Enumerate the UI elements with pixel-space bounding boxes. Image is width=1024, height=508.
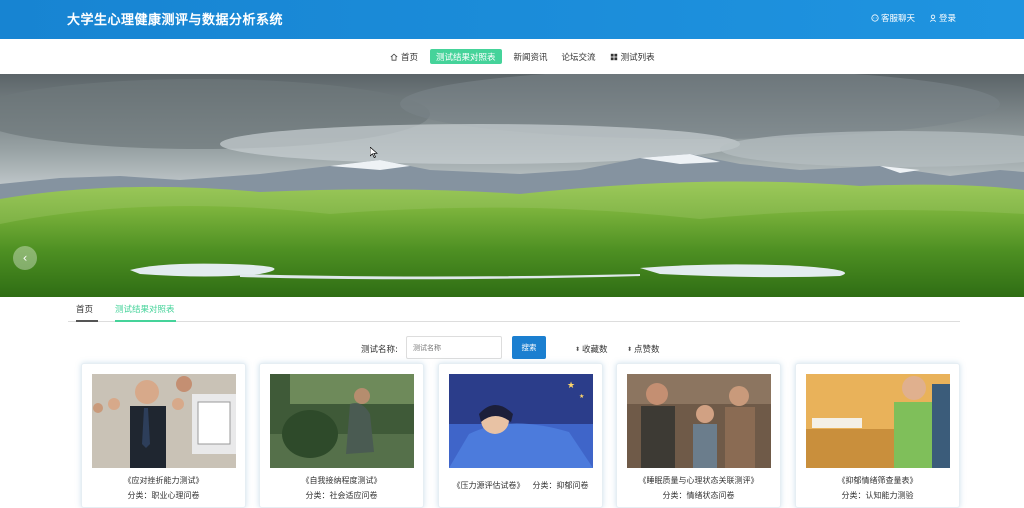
user-icon	[929, 14, 937, 22]
chat-label: 客服聊天	[881, 14, 916, 24]
card-image	[92, 374, 236, 468]
card-title: 《应对挫折能力测试》	[123, 476, 204, 485]
sort-label: 收藏数	[582, 345, 608, 355]
test-card[interactable]: ★ ★ 《压力源评估试卷》 分类：抑郁问卷	[438, 363, 603, 508]
nav-item-result-table[interactable]: 测试结果对照表	[430, 49, 502, 64]
card-title: 《压力源评估试卷》	[452, 481, 525, 490]
search-label: 测试名称:	[361, 345, 398, 355]
grid-icon	[610, 53, 617, 60]
sort-by-favorites[interactable]: ⬍ 收藏数	[575, 343, 608, 355]
mouse-cursor-icon	[370, 147, 378, 158]
search-bar: 测试名称: 搜索 ⬍ 收藏数 ⬍ 点赞数	[0, 336, 1024, 360]
svg-text:★: ★	[567, 381, 575, 391]
site-title: 大学生心理健康测评与数据分析系统	[67, 13, 284, 28]
main-nav: 首页 测试结果对照表 新闻资讯 论坛交流 测试列表	[0, 39, 1024, 74]
test-card[interactable]: 《抑郁情绪筛查量表》 分类：认知能力测验	[795, 363, 960, 508]
card-title: 《睡眠质量与心理状态关联测评》	[638, 476, 759, 485]
nav-item-home[interactable]: 首页	[388, 49, 420, 64]
test-name-search-input[interactable]	[406, 336, 502, 359]
chat-icon	[871, 14, 879, 22]
card-category: 分类：抑郁问卷	[532, 481, 589, 490]
sort-by-likes[interactable]: ⬍ 点赞数	[627, 343, 660, 355]
nav-item-news[interactable]: 新闻资讯	[512, 49, 550, 64]
customer-chat-link[interactable]: 客服聊天	[871, 12, 915, 24]
login-label: 登录	[939, 14, 957, 24]
card-image	[806, 374, 950, 468]
login-link[interactable]: 登录	[929, 12, 956, 24]
banner-carousel[interactable]: ‹	[0, 74, 1024, 297]
card-category: 分类：情绪状态问卷	[662, 491, 735, 500]
sort-icon: ⬍	[575, 345, 581, 353]
nav-item-forum[interactable]: 论坛交流	[560, 49, 598, 64]
nav-label: 首页	[401, 52, 419, 63]
svg-text:★: ★	[579, 393, 584, 400]
card-image: ★ ★	[449, 374, 593, 468]
test-card[interactable]: 《自我接纳程度测试》 分类：社会适应问卷	[259, 363, 424, 508]
test-card[interactable]: 《睡眠质量与心理状态关联测评》 分类：情绪状态问卷	[616, 363, 781, 508]
sort-icon: ⬍	[627, 345, 633, 353]
nav-label: 新闻资讯	[513, 52, 548, 63]
card-category: 分类：社会适应问卷	[305, 491, 378, 500]
carousel-prev-button[interactable]: ‹	[13, 246, 37, 270]
tab-home[interactable]: 首页	[76, 303, 98, 322]
breadcrumb-tabs: 首页 测试结果对照表	[68, 297, 960, 322]
test-card[interactable]: 《应对挫折能力测试》 分类：职业心理问卷	[81, 363, 246, 508]
chevron-left-icon: ‹	[22, 251, 28, 265]
top-header: 大学生心理健康测评与数据分析系统 客服聊天 登录	[0, 0, 1024, 39]
tab-result-table[interactable]: 测试结果对照表	[115, 303, 176, 322]
search-button[interactable]: 搜索	[512, 336, 546, 359]
card-image	[270, 374, 414, 468]
landscape-banner-image	[0, 74, 1024, 297]
nav-label: 测试列表	[620, 52, 655, 63]
nav-item-test-list[interactable]: 测试列表	[608, 49, 657, 64]
card-title: 《抑郁情绪筛查量表》	[837, 476, 918, 485]
card-image	[627, 374, 771, 468]
nav-label: 测试结果对照表	[436, 52, 496, 63]
sort-label: 点赞数	[634, 345, 660, 355]
card-category: 分类：职业心理问卷	[127, 491, 200, 500]
card-category: 分类：认知能力测验	[841, 491, 914, 500]
nav-label: 论坛交流	[561, 52, 596, 63]
card-title: 《自我接纳程度测试》	[301, 476, 382, 485]
card-text: 《压力源评估试卷》 分类：抑郁问卷	[439, 480, 602, 491]
home-icon	[390, 53, 398, 61]
